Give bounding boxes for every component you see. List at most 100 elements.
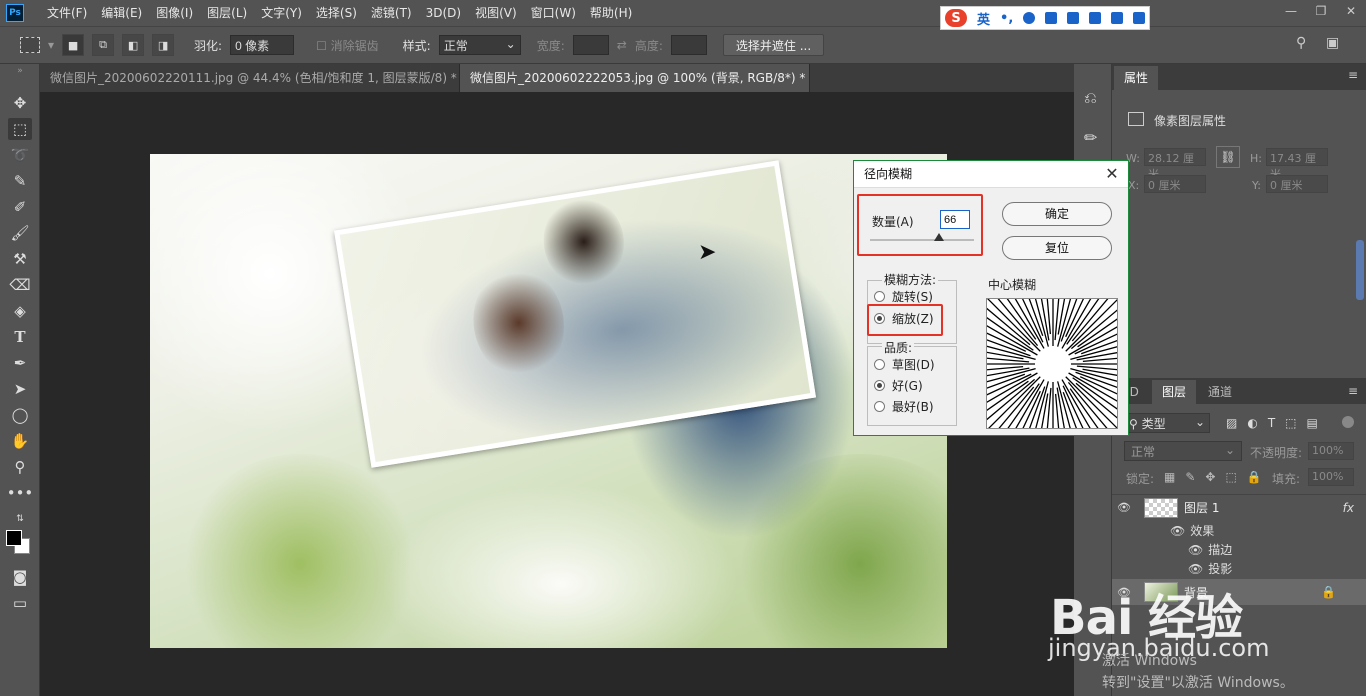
screen-mode-icon[interactable]: ▭: [8, 592, 32, 614]
h-field[interactable]: 17.43 厘米: [1266, 148, 1328, 181]
eye-icon[interactable]: 👁: [1188, 543, 1203, 557]
ellipse-tool-icon[interactable]: ◯: [8, 404, 32, 426]
close-tab-icon[interactable]: ×: [809, 71, 810, 85]
punctuation-icon[interactable]: •,: [1000, 11, 1013, 26]
best-radio[interactable]: [874, 401, 885, 412]
swap-colors-icon[interactable]: ⇅: [8, 508, 32, 530]
x-field[interactable]: 0 厘米: [1144, 175, 1206, 193]
opacity-field[interactable]: 100%: [1308, 442, 1354, 460]
workspace-icon[interactable]: ▣: [1326, 35, 1339, 51]
new-selection-icon[interactable]: ■: [62, 34, 85, 56]
menu-layer[interactable]: 图层(L): [200, 0, 254, 26]
eye-icon[interactable]: 👁: [1170, 524, 1185, 538]
reset-button[interactable]: 复位: [1002, 236, 1112, 260]
width-input[interactable]: [572, 35, 609, 55]
document-tab-1[interactable]: 微信图片_20200602220111.jpg @ 44.4% (色相/饱和度 …: [40, 64, 460, 92]
marquee-tool-icon[interactable]: ⬚: [8, 118, 32, 140]
ok-button[interactable]: 确定: [1002, 202, 1112, 226]
minimize-icon[interactable]: —: [1276, 0, 1306, 22]
adjustment-filter-icon[interactable]: ◐: [1247, 416, 1257, 430]
hand-tool-icon[interactable]: ✋: [8, 430, 32, 452]
emoji-icon[interactable]: [1023, 12, 1036, 24]
channels-tab[interactable]: 通道: [1198, 380, 1242, 404]
zoom-tool-icon[interactable]: ⚲: [8, 456, 32, 478]
subtract-selection-icon[interactable]: ◧: [122, 34, 145, 56]
panel-menu-icon[interactable]: ≡: [1348, 68, 1358, 82]
microphone-icon[interactable]: [1045, 12, 1058, 24]
menu-type[interactable]: 文字(Y): [254, 0, 309, 26]
menu-view[interactable]: 视图(V): [468, 0, 524, 26]
eye-icon[interactable]: 👁: [1112, 501, 1136, 514]
menu-image[interactable]: 图像(I): [149, 0, 200, 26]
type-tool-icon[interactable]: T: [8, 326, 32, 348]
smart-filter-icon[interactable]: ▤: [1307, 416, 1318, 430]
pen-tool-icon[interactable]: ✒: [8, 352, 32, 374]
style-select[interactable]: 正常 ⌄: [438, 35, 521, 55]
blend-mode-select[interactable]: 正常 ⌄: [1124, 441, 1242, 461]
swap-icon[interactable]: ⇄: [617, 38, 627, 52]
feather-input[interactable]: [230, 35, 295, 55]
marquee-preset-icon[interactable]: [20, 37, 40, 53]
amount-input[interactable]: [940, 210, 970, 229]
amount-slider-thumb[interactable]: [933, 233, 944, 241]
w-field[interactable]: 28.12 厘米: [1144, 148, 1206, 181]
spin-radio[interactable]: [874, 291, 885, 302]
fx-icon[interactable]: fx: [1343, 501, 1354, 515]
foreground-color[interactable]: [6, 530, 22, 546]
y-field[interactable]: 0 厘米: [1266, 175, 1328, 193]
quick-mask-icon[interactable]: ◙: [8, 566, 32, 588]
keyboard-icon[interactable]: [1067, 12, 1080, 24]
type-filter-icon[interactable]: T: [1268, 416, 1275, 430]
properties-scrollbar[interactable]: [1356, 240, 1364, 300]
move-tool-icon[interactable]: ✥: [8, 92, 32, 114]
layer-row-layer1[interactable]: 👁 图层 1 fx: [1112, 494, 1366, 520]
search-icon[interactable]: ⚲: [1296, 35, 1306, 51]
menu-window[interactable]: 窗口(W): [524, 0, 583, 26]
shape-filter-icon[interactable]: ⬚: [1285, 416, 1296, 430]
toolbox-icon[interactable]: [1133, 12, 1146, 24]
document-tab-2[interactable]: 微信图片_20200602222053.jpg @ 100% (背景, RGB/…: [460, 64, 810, 92]
preset-dropdown-icon[interactable]: ▾: [48, 38, 54, 52]
close-icon[interactable]: ✕: [1102, 164, 1122, 184]
zoom-radio[interactable]: [874, 313, 885, 324]
lock-paint-icon[interactable]: ✎: [1185, 470, 1195, 484]
user-icon[interactable]: [1089, 12, 1102, 24]
eyedropper-tool-icon[interactable]: ✐: [8, 196, 32, 218]
good-radio[interactable]: [874, 380, 885, 391]
link-icon[interactable]: ⛓: [1216, 146, 1240, 168]
properties-tab[interactable]: 属性: [1114, 66, 1159, 90]
brush-tool-icon[interactable]: 🖌: [8, 222, 32, 244]
menu-3d[interactable]: 3D(D): [419, 0, 468, 26]
lock-all-icon[interactable]: 🔒: [1247, 470, 1262, 484]
path-select-tool-icon[interactable]: ➤: [8, 378, 32, 400]
effects-row[interactable]: 👁 效果: [1170, 521, 1214, 540]
fill-field[interactable]: 100%: [1308, 468, 1354, 486]
sogou-logo-icon[interactable]: S: [945, 9, 967, 27]
close-window-icon[interactable]: ✕: [1336, 0, 1366, 22]
effect-stroke-row[interactable]: 👁 描边: [1188, 540, 1232, 559]
layers-tab[interactable]: 图层: [1152, 380, 1197, 404]
ime-lang-toggle[interactable]: 英: [977, 9, 990, 28]
draft-radio[interactable]: [874, 359, 885, 370]
eraser-tool-icon[interactable]: ⌫: [8, 274, 32, 296]
amount-slider-track[interactable]: [870, 239, 974, 241]
select-and-mask-button[interactable]: 选择并遮住 ...: [722, 34, 825, 56]
document-image[interactable]: ➤: [150, 154, 947, 648]
height-input[interactable]: [670, 35, 707, 55]
lock-pixels-icon[interactable]: ▦: [1164, 470, 1175, 484]
layers-menu-icon[interactable]: ≡: [1348, 384, 1358, 398]
paint-bucket-tool-icon[interactable]: ◈: [8, 300, 32, 322]
history-icon[interactable]: ⎌: [1084, 88, 1097, 108]
more-tools-icon[interactable]: •••: [7, 482, 34, 504]
restore-icon[interactable]: ❐: [1306, 0, 1336, 22]
lock-artboard-icon[interactable]: ⬚: [1225, 470, 1236, 484]
image-filter-icon[interactable]: ▨: [1226, 416, 1237, 430]
blur-center-preview[interactable]: [986, 298, 1118, 429]
filter-toggle[interactable]: [1342, 416, 1354, 428]
layer-filter-select[interactable]: ⚲ 类型 ⌄: [1124, 413, 1210, 433]
photoshop-logo[interactable]: Ps: [6, 4, 24, 22]
menu-filter[interactable]: 滤镜(T): [364, 0, 419, 26]
menu-edit[interactable]: 编辑(E): [94, 0, 149, 26]
stamp-tool-icon[interactable]: ⚒: [8, 248, 32, 270]
add-selection-icon[interactable]: ⧉: [92, 34, 115, 56]
